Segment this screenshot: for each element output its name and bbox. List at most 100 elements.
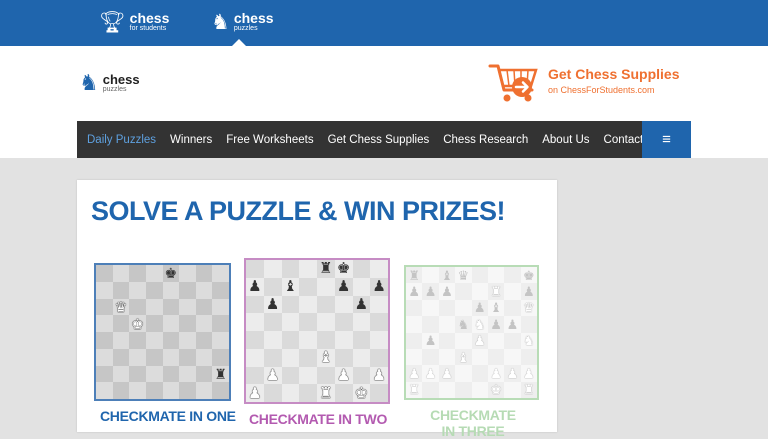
chess-piece-icon[interactable]: ♟ (474, 334, 486, 347)
board-square-g5[interactable] (352, 313, 371, 331)
chess-piece-icon[interactable]: ♛ (523, 301, 535, 314)
board-square-e8[interactable]: ♚ (162, 265, 180, 282)
board-square-a2[interactable] (96, 365, 113, 383)
chess-piece-icon[interactable]: ♚ (355, 386, 368, 401)
board-square-a4[interactable] (96, 332, 113, 349)
board-square-a6[interactable] (406, 299, 423, 317)
board-square-b5[interactable] (422, 316, 439, 333)
board-square-h5[interactable] (520, 316, 537, 333)
board-square-f4[interactable] (334, 331, 353, 349)
board-square-h4[interactable] (370, 331, 388, 349)
board-square-a5[interactable] (406, 316, 423, 333)
chess-piece-icon[interactable]: ♟ (372, 279, 385, 294)
board-square-h3[interactable] (370, 348, 388, 367)
board-square-h3[interactable] (212, 348, 229, 366)
board-square-a6[interactable] (246, 295, 264, 314)
board-square-e5[interactable] (317, 313, 335, 331)
board-square-c8[interactable] (129, 265, 146, 282)
board-square-f7[interactable]: ♟ (334, 277, 353, 296)
board-square-c2[interactable]: ♟ (438, 365, 456, 382)
board-square-g4[interactable] (352, 331, 371, 349)
chess-piece-icon[interactable]: ♟ (474, 301, 486, 314)
board-square-d2[interactable] (145, 365, 163, 383)
board-square-e1[interactable] (471, 381, 488, 398)
board-square-f8[interactable]: ♚ (334, 260, 353, 278)
board-square-c8[interactable] (281, 260, 300, 278)
board-square-h4[interactable] (212, 332, 229, 349)
board-square-h1[interactable] (212, 382, 229, 399)
board-square-a8[interactable] (96, 265, 113, 282)
chess-piece-icon[interactable]: ♟ (248, 386, 261, 401)
board-square-a5[interactable] (246, 313, 264, 331)
chess-piece-icon[interactable]: ♜ (490, 285, 502, 298)
board-square-f3[interactable] (179, 348, 196, 366)
board-square-b4[interactable] (263, 331, 282, 349)
board-square-c4[interactable] (129, 332, 146, 349)
board-square-h2[interactable]: ♟ (520, 365, 537, 382)
supplies-subtitle[interactable]: on ChessForStudents.com (548, 85, 655, 95)
board-square-e4[interactable]: ♟ (471, 332, 488, 349)
board-square-f3[interactable] (334, 348, 353, 367)
board-square-d6[interactable] (455, 299, 472, 317)
board-square-a7[interactable]: ♟ (246, 277, 264, 296)
board-square-f1[interactable] (179, 382, 196, 399)
nav-about-us[interactable]: About Us (542, 134, 589, 146)
board-square-c2[interactable] (129, 365, 146, 383)
nav-free-worksheets[interactable]: Free Worksheets (226, 134, 313, 146)
board-square-h2[interactable]: ♟ (370, 366, 388, 385)
board-square-a1[interactable]: ♟ (246, 384, 264, 402)
board-square-c5[interactable] (281, 313, 300, 331)
supplies-title[interactable]: Get Chess Supplies (548, 66, 679, 82)
board-square-d7[interactable] (455, 283, 472, 300)
chess-piece-icon[interactable]: ♜ (319, 386, 332, 401)
board-square-e5[interactable] (162, 315, 180, 332)
board-square-e8[interactable]: ♜ (317, 260, 335, 278)
chess-piece-icon[interactable]: ♚ (523, 269, 535, 282)
board-square-b3[interactable] (263, 348, 282, 367)
board-square-d2[interactable] (455, 365, 472, 382)
chess-piece-icon[interactable]: ♟ (337, 368, 350, 383)
chess-piece-icon[interactable]: ♞ (523, 334, 535, 347)
chess-piece-icon[interactable]: ♟ (425, 367, 437, 380)
chess-piece-icon[interactable]: ♞ (457, 318, 469, 331)
board-square-b1[interactable] (263, 384, 282, 402)
chess-piece-icon[interactable]: ♟ (523, 285, 535, 298)
chess-piece-icon[interactable]: ♟ (355, 297, 368, 312)
board-square-a3[interactable] (406, 348, 423, 366)
board-square-e6[interactable]: ♟ (471, 299, 488, 317)
board-square-a6[interactable] (96, 298, 113, 316)
board-square-b4[interactable]: ♟ (422, 332, 439, 349)
board-square-g6[interactable] (504, 299, 521, 317)
board-square-d5[interactable] (299, 313, 317, 331)
board-square-h8[interactable] (370, 260, 388, 278)
chess-piece-icon[interactable]: ♜ (319, 261, 332, 276)
board-square-b5[interactable] (263, 313, 282, 331)
chess-piece-icon[interactable]: ♚ (131, 317, 144, 331)
board-square-g3[interactable] (352, 348, 371, 367)
board-square-e1[interactable] (162, 382, 180, 399)
board-square-c1[interactable] (129, 382, 146, 399)
chess-for-students-link[interactable]: 🏆︎ chess for students (99, 11, 169, 33)
board-square-c3[interactable] (129, 348, 146, 366)
board-square-h6[interactable] (212, 298, 229, 316)
board-square-f5[interactable]: ♟ (487, 316, 505, 333)
puzzle-board-three[interactable]: ♜ ♝ ♛ ♚ ♟ ♟ ♟ ♜ ♟ ♟ ♝ ♛ ♞ ♞ ♟ ♟ ♟ ♟ ♞ ♝ ♟ ♟ ♟ ♟ ♟ ♟ ♜ ♚ ♜ (404, 265, 539, 400)
board-square-b4[interactable] (112, 332, 130, 349)
board-square-c6[interactable] (438, 299, 456, 317)
board-square-c7[interactable] (129, 281, 146, 299)
board-square-d6[interactable] (145, 298, 163, 316)
board-square-f5[interactable] (334, 313, 353, 331)
board-square-d8[interactable] (299, 260, 317, 278)
board-square-f6[interactable] (334, 295, 353, 314)
board-square-e2[interactable] (317, 366, 335, 385)
board-square-b3[interactable] (422, 348, 439, 366)
nav-daily-puzzles[interactable]: Daily Puzzles (87, 134, 156, 146)
board-square-c7[interactable]: ♝ (281, 277, 300, 296)
board-square-a3[interactable] (96, 348, 113, 366)
board-square-g7[interactable] (195, 281, 213, 299)
chess-piece-icon[interactable]: ♜ (408, 383, 420, 396)
board-square-c5[interactable]: ♚ (129, 315, 146, 332)
board-square-e7[interactable] (471, 283, 488, 300)
board-square-h7[interactable]: ♟ (370, 277, 388, 296)
board-square-g5[interactable] (195, 315, 213, 332)
